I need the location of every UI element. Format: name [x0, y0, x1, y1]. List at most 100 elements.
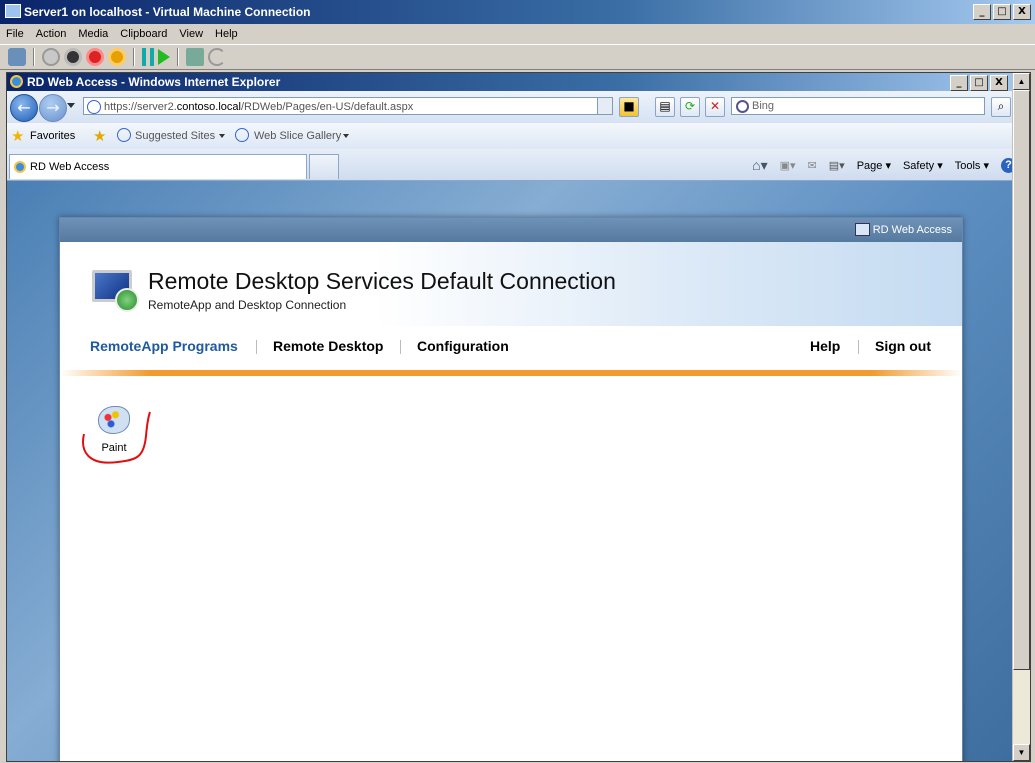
- rdweb-small-icon: [855, 223, 870, 236]
- tab-remote-desktop[interactable]: Remote Desktop: [273, 338, 383, 354]
- banner: Remote Desktop Services Default Connecti…: [60, 242, 962, 326]
- save-icon[interactable]: [108, 48, 126, 66]
- back-button[interactable]: ←: [10, 94, 38, 122]
- safety-menu[interactable]: Safety ▾: [903, 159, 943, 172]
- stop-icon[interactable]: ✕: [705, 97, 725, 117]
- menu-clipboard[interactable]: Clipboard: [114, 28, 173, 40]
- favorites-star-icon[interactable]: ★: [11, 127, 24, 145]
- vm-menu-bar: File Action Media Clipboard View Help: [0, 24, 1035, 44]
- ie-window: RD Web Access - Windows Internet Explore…: [6, 72, 1031, 762]
- search-icon: [736, 100, 749, 113]
- maximize-button[interactable]: □: [993, 4, 1011, 20]
- command-bar: ⌂▾ ▣▾ ✉ ▤▾ Page ▾ Safety ▾ Tools ▾ ?: [752, 157, 1016, 174]
- search-placeholder: Bing: [752, 100, 775, 112]
- menu-view[interactable]: View: [173, 28, 209, 40]
- page-menu-label: Page: [856, 160, 883, 172]
- print-icon[interactable]: ▤▾: [829, 159, 845, 172]
- url-prefix: https://server2.: [104, 101, 177, 113]
- search-input[interactable]: Bing: [731, 97, 985, 115]
- toolbar-separator: [133, 48, 135, 66]
- help-link[interactable]: Help: [810, 338, 840, 354]
- menu-action[interactable]: Action: [30, 28, 73, 40]
- ie-maximize-button[interactable]: □: [970, 75, 988, 91]
- page-content: RD Web Access Remote Desktop Services De…: [7, 181, 1012, 761]
- menu-help[interactable]: Help: [209, 28, 244, 40]
- menu-media[interactable]: Media: [72, 28, 114, 40]
- suggested-dropdown-icon[interactable]: [219, 134, 225, 138]
- connection-arrow-icon: [115, 288, 139, 312]
- web-slice-gallery-link[interactable]: Web Slice Gallery: [254, 130, 341, 142]
- url-path: /RDWeb/Pages/en-US/default.aspx: [240, 101, 414, 113]
- tools-menu-label: Tools: [954, 160, 981, 172]
- revert-icon[interactable]: [208, 48, 226, 66]
- minimize-button[interactable]: _: [973, 4, 991, 20]
- page-icon: [87, 100, 101, 114]
- compatibility-view-icon[interactable]: ▤: [655, 97, 675, 117]
- forward-button[interactable]: →: [39, 94, 67, 122]
- shutdown-icon[interactable]: [86, 48, 104, 66]
- address-input[interactable]: https://server2.contoso.local/RDWeb/Page…: [83, 97, 613, 115]
- vm-title-bar: Server1 on localhost - Virtual Machine C…: [0, 0, 1035, 24]
- lock-icon[interactable]: ■: [619, 97, 639, 117]
- recent-pages-dropdown-icon[interactable]: [67, 103, 75, 108]
- tab-remoteapp-programs[interactable]: RemoteApp Programs: [90, 338, 238, 354]
- mail-icon[interactable]: ✉: [808, 159, 817, 172]
- pause-icon[interactable]: [142, 48, 154, 66]
- scroll-thumb[interactable]: [1013, 90, 1030, 670]
- favorites-bar: ★ Favorites ★ Suggested Sites Web Slice …: [7, 123, 1030, 150]
- tab-bar: RD Web Access ⌂▾ ▣▾ ✉ ▤▾ Page ▾ Safety ▾…: [7, 149, 1030, 181]
- start-icon[interactable]: [42, 48, 60, 66]
- address-bar-row: ← → https://server2.contoso.local/RDWeb/…: [7, 91, 1030, 123]
- ie-close-button[interactable]: X: [990, 75, 1008, 91]
- search-button-icon[interactable]: ⌕: [991, 97, 1011, 117]
- rdweb-panel: RD Web Access Remote Desktop Services De…: [59, 217, 963, 761]
- turn-off-icon[interactable]: [64, 48, 82, 66]
- web-slice-icon: [235, 128, 249, 142]
- nav-divider: [256, 340, 257, 354]
- ie-window-title: RD Web Access - Windows Internet Explore…: [27, 75, 281, 89]
- menu-file[interactable]: File: [0, 28, 30, 40]
- ctrl-alt-del-icon[interactable]: [8, 48, 26, 66]
- snapshot-icon[interactable]: [186, 48, 204, 66]
- vm-monitor-icon: [5, 4, 21, 18]
- toolbar-separator: [177, 48, 179, 66]
- sign-out-link[interactable]: Sign out: [875, 338, 931, 354]
- resume-icon[interactable]: [158, 49, 170, 65]
- tab-configuration[interactable]: Configuration: [417, 338, 509, 354]
- vertical-scrollbar[interactable]: ▲ ▼: [1012, 73, 1030, 761]
- refresh-icon[interactable]: ⟳: [680, 97, 700, 117]
- toolbar-separator: [33, 48, 35, 66]
- suggested-sites-icon: [117, 128, 131, 142]
- page-subtitle: RemoteApp and Desktop Connection: [148, 298, 347, 312]
- suggested-sites-link[interactable]: Suggested Sites: [135, 130, 215, 142]
- rdweb-header-link[interactable]: RD Web Access: [873, 224, 952, 236]
- new-tab-button[interactable]: [309, 154, 339, 179]
- nav-divider: [858, 340, 859, 354]
- url-domain: contoso.local: [176, 101, 241, 113]
- panel-header: RD Web Access: [60, 218, 962, 242]
- tab-rd-web-access[interactable]: RD Web Access: [9, 154, 307, 179]
- scroll-up-button[interactable]: ▲: [1013, 73, 1030, 90]
- close-button[interactable]: X: [1013, 4, 1031, 20]
- nav-underline: [60, 370, 962, 376]
- webslice-dropdown-icon[interactable]: [343, 134, 349, 138]
- home-icon[interactable]: ⌂▾: [752, 157, 767, 174]
- safety-menu-label: Safety: [902, 160, 935, 172]
- ie-logo-icon: [10, 75, 23, 88]
- vm-window-title: Server1 on localhost - Virtual Machine C…: [24, 5, 311, 19]
- ie-minimize-button[interactable]: _: [950, 75, 968, 91]
- page-title: Remote Desktop Services Default Connecti…: [148, 268, 616, 294]
- scroll-down-button[interactable]: ▼: [1013, 744, 1030, 761]
- favorites-button[interactable]: Favorites: [30, 130, 75, 142]
- ie-title-bar: RD Web Access - Windows Internet Explore…: [7, 73, 1030, 91]
- main-nav: RemoteApp Programs Remote Desktop Config…: [60, 326, 962, 370]
- tab-favicon-icon: [14, 161, 26, 173]
- vm-toolbar: [0, 44, 1035, 70]
- add-favorites-icon[interactable]: ★: [93, 127, 106, 145]
- feeds-icon[interactable]: ▣▾: [780, 159, 796, 172]
- tools-menu[interactable]: Tools ▾: [955, 159, 989, 172]
- page-menu[interactable]: Page ▾: [857, 159, 891, 172]
- address-dropdown-icon[interactable]: [597, 98, 612, 114]
- red-annotation-stroke: [82, 411, 151, 464]
- red-annotation-mark: [82, 411, 151, 464]
